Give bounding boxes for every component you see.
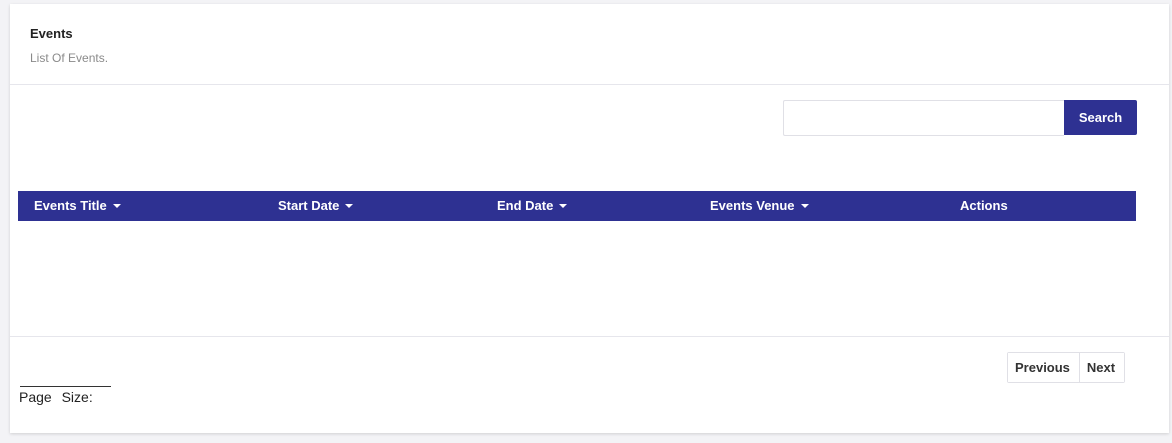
table-body xyxy=(18,221,1136,331)
column-label: End Date xyxy=(497,198,554,213)
sort-caret-icon xyxy=(559,203,568,208)
column-actions: Actions xyxy=(960,191,1008,221)
column-end-date[interactable]: End Date xyxy=(497,191,568,221)
card-header: Events List Of Events. xyxy=(10,4,1169,85)
column-start-date[interactable]: Start Date xyxy=(278,191,354,221)
next-button[interactable]: Next xyxy=(1078,353,1125,382)
page-subtitle: List Of Events. xyxy=(30,51,109,65)
sort-caret-icon xyxy=(112,203,121,208)
sort-caret-icon xyxy=(345,203,354,208)
search-input[interactable] xyxy=(783,100,1064,136)
previous-button[interactable]: Previous xyxy=(1008,353,1079,382)
table-header: Events Title Start Date End Date Events … xyxy=(18,191,1136,221)
column-events-title[interactable]: Events Title xyxy=(34,191,121,221)
column-label: Events Venue xyxy=(710,198,795,213)
sort-caret-icon xyxy=(800,203,809,208)
search-button[interactable]: Search xyxy=(1064,100,1137,135)
page-title: Events xyxy=(30,26,73,41)
column-label: Start Date xyxy=(278,198,340,213)
column-label: Actions xyxy=(960,198,1008,213)
footer-divider xyxy=(10,336,1169,337)
page-size-select[interactable] xyxy=(20,386,111,387)
column-label: Events Title xyxy=(34,198,107,213)
pagination: Previous Next xyxy=(1007,352,1126,383)
page-size-label: Page Size: xyxy=(19,389,93,405)
column-events-venue[interactable]: Events Venue xyxy=(710,191,809,221)
